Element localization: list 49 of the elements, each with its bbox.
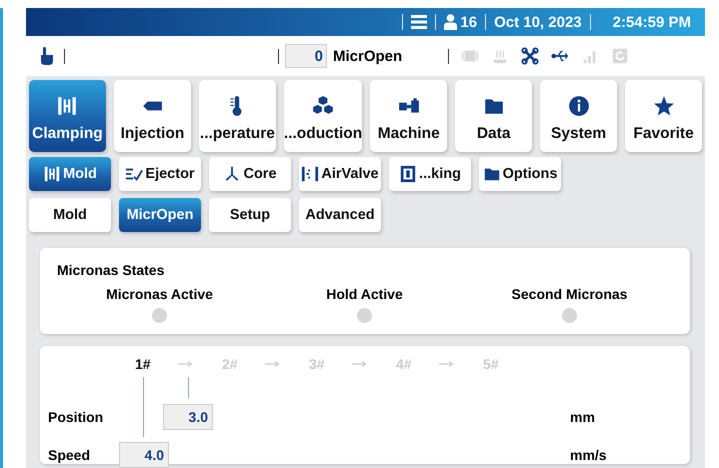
main-tab[interactable]: Machine — [370, 80, 448, 152]
valve-icon — [301, 165, 320, 183]
time-text: 2:54:59 PM — [612, 14, 691, 30]
page-tab[interactable]: Setup — [209, 198, 291, 232]
counter-field: 0 — [285, 44, 327, 68]
main-tab[interactable]: System — [540, 80, 618, 152]
sub-tab[interactable]: Core — [209, 157, 291, 191]
main-tab[interactable]: Favorite — [625, 80, 702, 152]
sub-tab[interactable]: Options — [479, 157, 561, 191]
unit-label: mm — [570, 409, 595, 425]
main-tab[interactable]: Data — [455, 80, 532, 152]
refresh-icon — [611, 47, 630, 65]
main-tab[interactable]: ...oduction — [284, 80, 362, 152]
page-tab[interactable]: MicrOpen — [119, 198, 201, 232]
panel-title: Micronas States — [57, 262, 166, 278]
value-field[interactable]: 3.0 — [163, 404, 213, 430]
arrow-icon — [439, 360, 455, 368]
page-tab[interactable]: Mold — [29, 198, 111, 232]
info-icon — [568, 95, 590, 117]
frame-icon — [399, 165, 418, 183]
mode-label: MicrOpen — [333, 48, 402, 64]
sub-tab[interactable]: Ejector — [119, 157, 201, 191]
main-tab[interactable]: ...perature — [198, 80, 276, 152]
clamp-icon — [56, 95, 78, 117]
arrow-icon — [352, 360, 368, 368]
page-tab[interactable]: Advanced — [299, 198, 381, 232]
arrow-icon — [178, 360, 194, 368]
main-tab[interactable]: Injection — [114, 80, 191, 152]
row-label: Position — [48, 409, 104, 425]
indicator-label: Micronas Active — [106, 286, 213, 302]
arrow-icon — [265, 360, 281, 368]
sub-tab[interactable]: Mold — [29, 157, 111, 191]
user-icon[interactable] — [444, 14, 458, 30]
sub-tab[interactable]: AirValve — [299, 157, 381, 191]
link-icon — [521, 47, 540, 65]
indicator-label: Hold Active — [326, 286, 403, 302]
user-count: 16 — [460, 14, 478, 30]
date-text: Oct 10, 2023 — [494, 14, 582, 30]
row-label: Speed — [48, 447, 92, 463]
menu-icon[interactable] — [411, 14, 428, 30]
step-label[interactable]: 1# — [135, 356, 153, 372]
unit-label: mm/s — [570, 447, 607, 463]
sub-tab[interactable]: ...king — [389, 157, 471, 191]
hand-pointer-icon[interactable] — [40, 47, 54, 65]
clamp-icon — [43, 165, 62, 183]
star-icon — [652, 95, 675, 117]
main-tab[interactable]: Clamping — [29, 80, 106, 152]
indicator-label: Second Micronas — [512, 286, 628, 302]
value-field[interactable]: 4.0 — [119, 442, 169, 468]
